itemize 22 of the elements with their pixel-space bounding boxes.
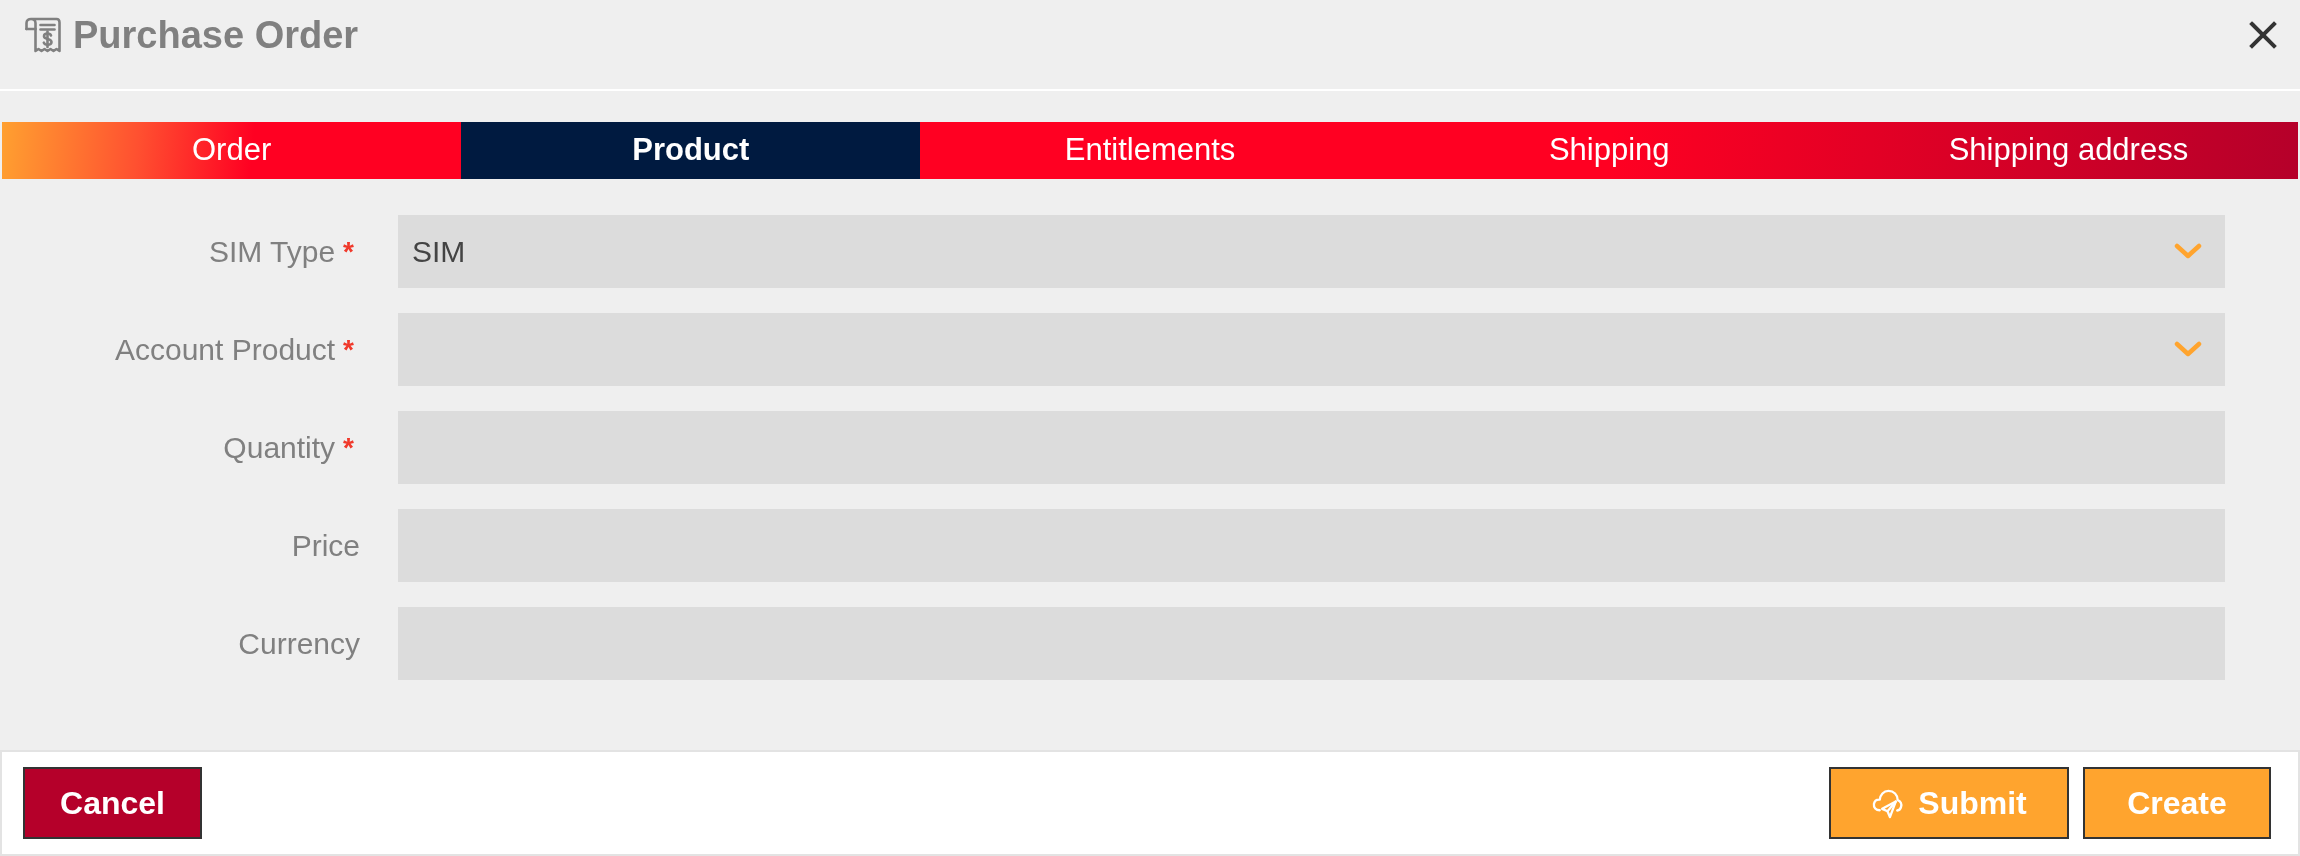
field-label: Currency: [238, 628, 360, 659]
required-asterisk: *: [343, 335, 354, 364]
select-field[interactable]: SIM: [398, 215, 2225, 288]
close-icon[interactable]: [2249, 21, 2277, 49]
chevron-down-icon: [2174, 243, 2202, 260]
tab[interactable]: Entitlements: [920, 122, 1380, 179]
field-label: Account Product: [114, 334, 336, 365]
window-title: Purchase Order: [73, 16, 359, 54]
required-asterisk: *: [343, 433, 354, 462]
tab[interactable]: Order: [2, 122, 462, 179]
chevron-down-icon: [2174, 341, 2202, 358]
select-field[interactable]: [398, 313, 2225, 386]
field-label: Price: [291, 530, 360, 561]
tab[interactable]: Shipping: [1379, 122, 1839, 179]
cancel-button[interactable]: Cancel: [23, 767, 202, 839]
field-label: SIM Type: [208, 236, 336, 267]
tab[interactable]: Shipping address: [1838, 122, 2298, 179]
tab[interactable]: Product: [461, 122, 921, 179]
required-asterisk: *: [343, 237, 354, 266]
field-label: Quantity: [223, 432, 336, 463]
receipt-icon: [23, 16, 63, 54]
cloud-plane-icon: [1871, 787, 1905, 819]
